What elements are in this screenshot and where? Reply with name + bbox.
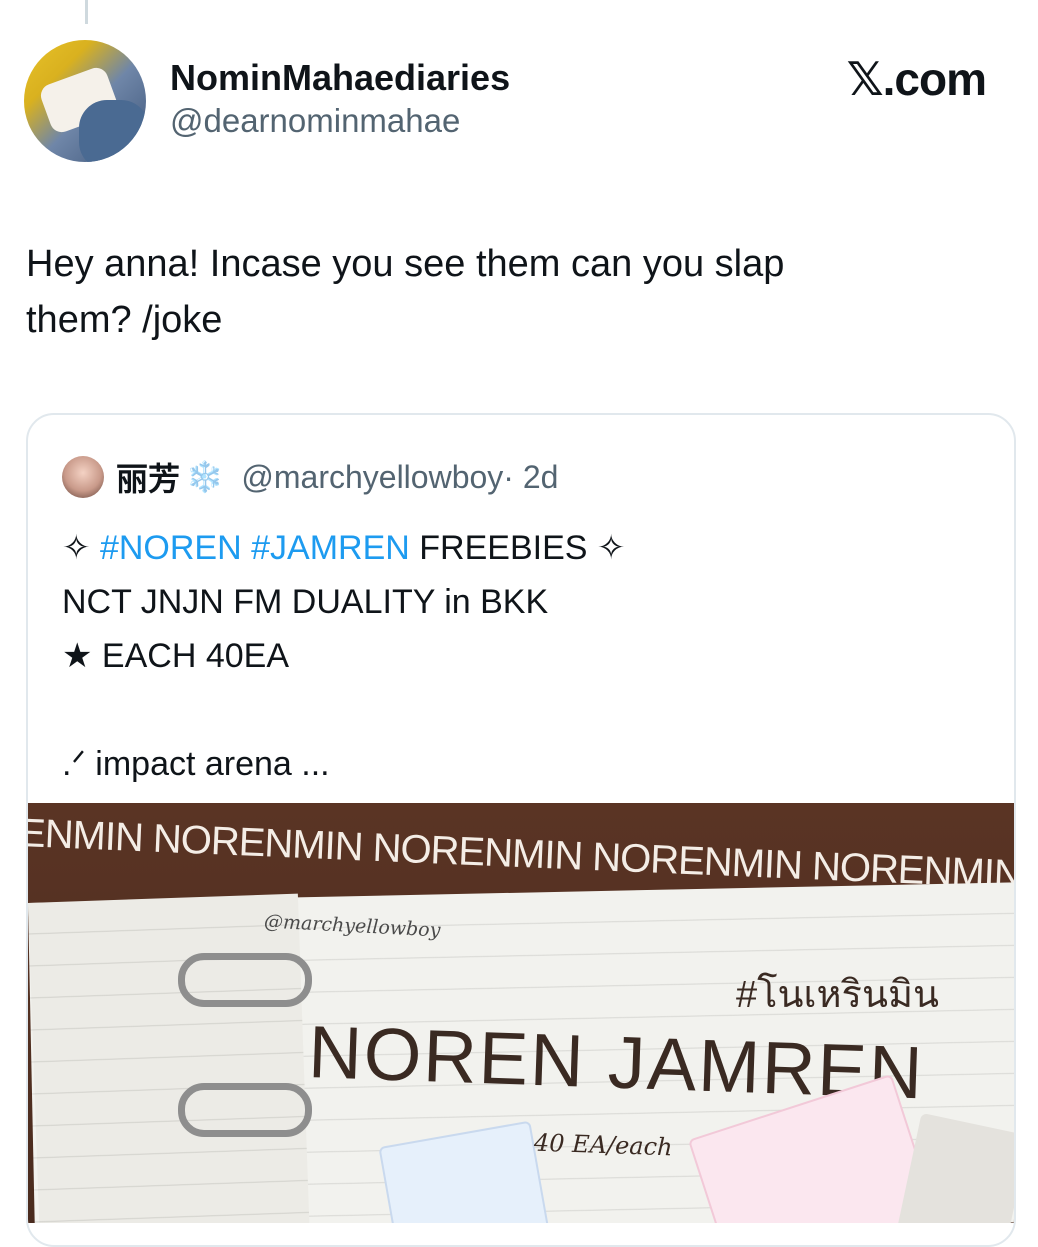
thread-connector-line bbox=[85, 0, 88, 24]
quoted-text-line: ✧ #NOREN #JAMREN FREEBIES ✧ bbox=[62, 521, 1002, 575]
media-count-label: 40 EA/each bbox=[533, 1128, 673, 1162]
tweet-text-line: Hey anna! Incase you see them can you sl… bbox=[26, 243, 785, 285]
hashtag-link[interactable]: #NOREN bbox=[100, 529, 242, 567]
quoted-author-avatar[interactable] bbox=[62, 456, 104, 498]
snowflake-emoji: ❄️ bbox=[186, 460, 224, 494]
quoted-text-line: ★ EACH 40EA bbox=[62, 637, 290, 675]
author-display-name[interactable]: NominMahaediaries bbox=[170, 56, 510, 100]
author-handle[interactable]: @dearnominmahae bbox=[170, 100, 510, 142]
tweet-text-line: them? /joke bbox=[26, 299, 223, 341]
quoted-timestamp[interactable]: · 2d bbox=[503, 459, 558, 496]
quoted-tweet-text: ✧ #NOREN #JAMREN FREEBIES ✧ NCT JNJN FM … bbox=[62, 521, 1002, 791]
tweet-text: Hey anna! Incase you see them can you sl… bbox=[26, 236, 1006, 348]
quoted-media-image[interactable]: ENMIN NORENMIN NORENMIN NORENMIN NORENMI… bbox=[28, 803, 1014, 1223]
quoted-text-line: NCT JNJN FM DUALITY in BKK bbox=[62, 583, 549, 621]
media-thai-hashtag: #โนเหรินมิน bbox=[736, 974, 939, 1016]
sparkle-icon: ✧ bbox=[596, 529, 626, 567]
author-avatar[interactable] bbox=[24, 40, 146, 162]
quoted-tweet-header: 丽芳 ❄️ @marchyellowboy · 2d bbox=[62, 455, 558, 499]
notebook-paper-left bbox=[28, 893, 310, 1223]
quoted-tweet-card[interactable]: 丽芳 ❄️ @marchyellowboy · 2d ✧ #NOREN #JAM… bbox=[26, 413, 1016, 1247]
binder-ring bbox=[178, 953, 312, 1007]
quoted-author-name[interactable]: 丽芳 bbox=[116, 454, 180, 500]
quoted-author-handle[interactable]: @marchyellowboy bbox=[241, 459, 503, 496]
binder-ring bbox=[178, 1083, 312, 1137]
quoted-text-line: .ᐟ impact arena ... bbox=[62, 745, 330, 783]
quoted-text-word: FREEBIES bbox=[419, 529, 588, 567]
hashtag-link[interactable]: #JAMREN bbox=[251, 529, 410, 567]
sparkle-icon: ✧ bbox=[62, 529, 91, 567]
author-block: NominMahaediaries @dearnominmahae bbox=[170, 56, 510, 142]
x-logo: 𝕏.com bbox=[846, 53, 987, 105]
